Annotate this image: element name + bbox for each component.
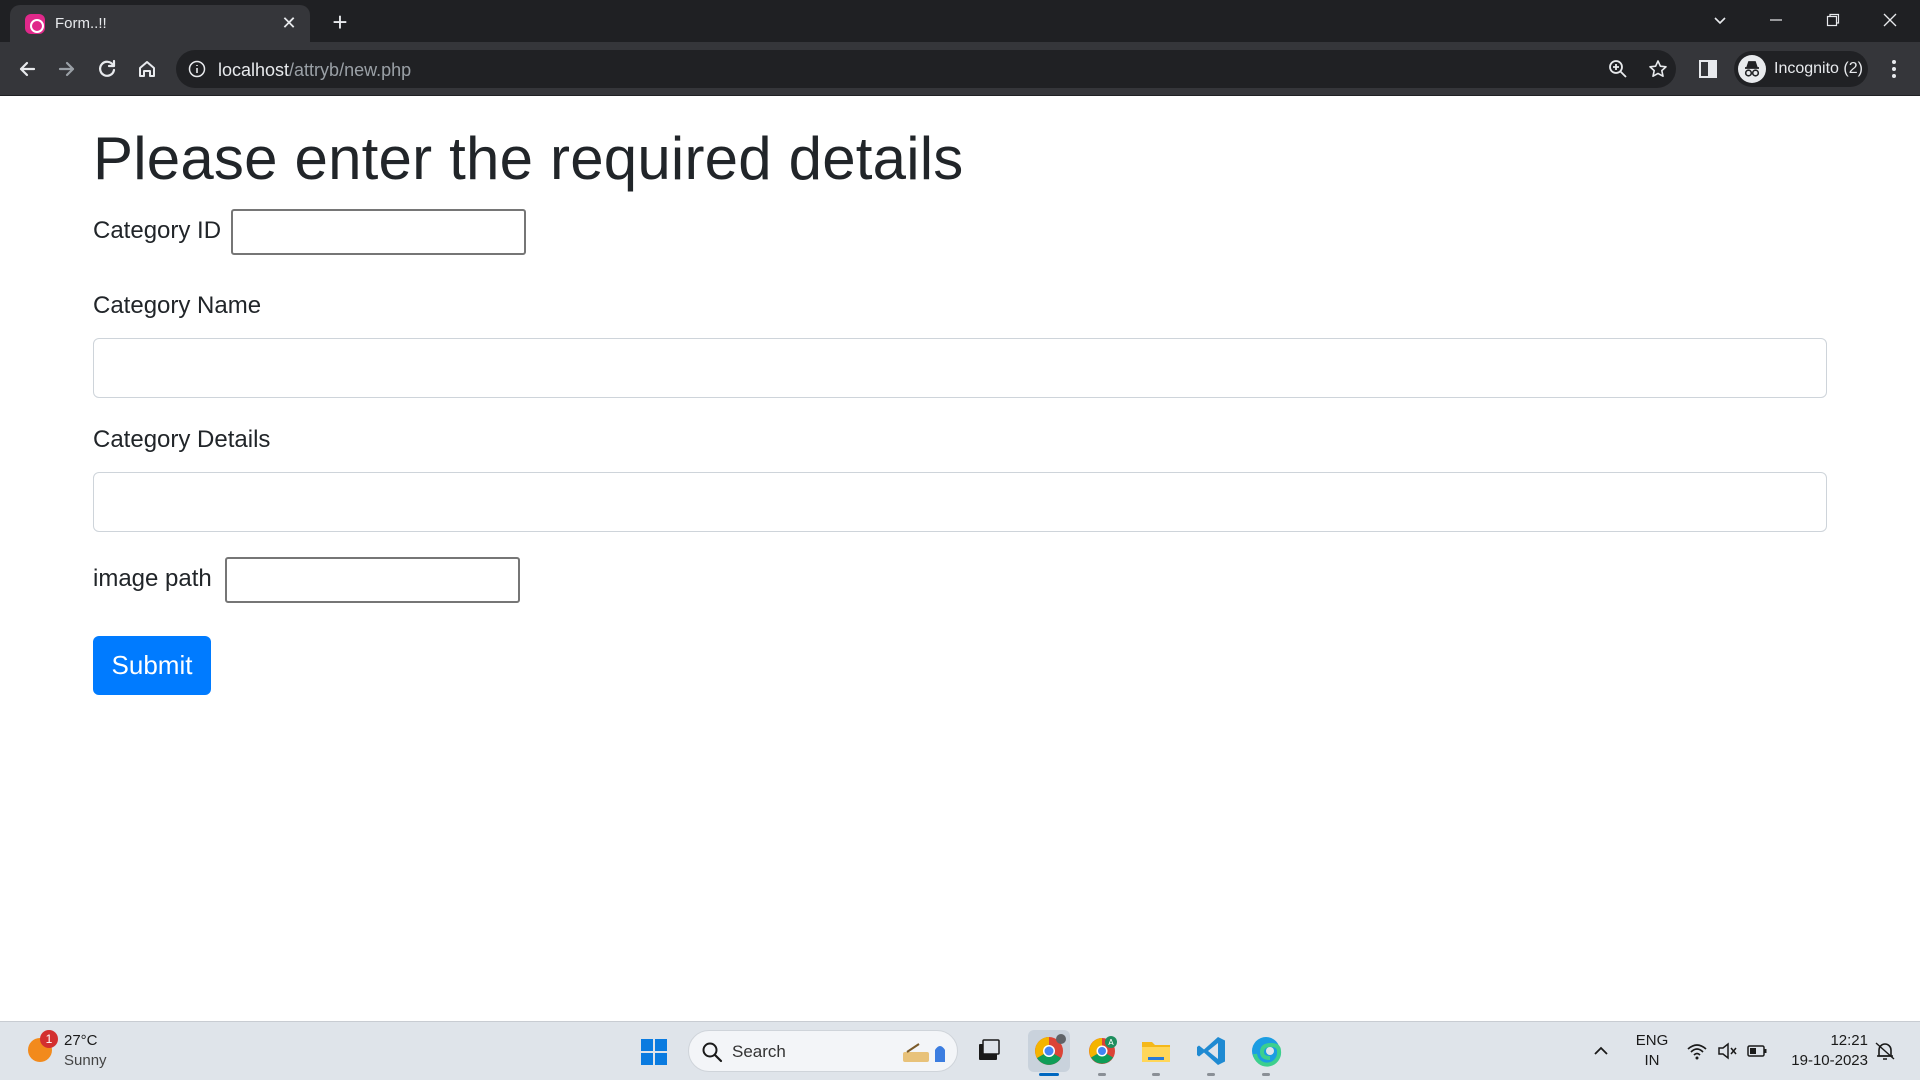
address-bar[interactable]: localhost/attryb/new.php	[176, 50, 1676, 88]
edge-icon[interactable]	[1249, 1034, 1283, 1068]
running-indicator	[1262, 1073, 1270, 1076]
windows-start-icon[interactable]	[640, 1038, 668, 1066]
tab-strip: Form..!! ✕ +	[0, 0, 1920, 42]
zoom-icon[interactable]	[1608, 59, 1628, 79]
weather-desc: Sunny	[64, 1052, 107, 1069]
mute-icon[interactable]	[1716, 1040, 1738, 1062]
browser-tab[interactable]: Form..!! ✕	[10, 5, 310, 42]
category-name-input[interactable]	[93, 338, 1827, 398]
star-icon[interactable]	[1648, 59, 1668, 79]
search-highlight-icon	[899, 1038, 949, 1066]
menu-icon[interactable]	[1880, 55, 1910, 85]
url-text: localhost/attryb/new.php	[218, 60, 412, 80]
new-tab-button[interactable]: +	[326, 8, 354, 36]
chrome-icon: A	[1089, 1036, 1117, 1064]
weather-badge: 1	[40, 1030, 58, 1048]
page-content: Please enter the required details Catego…	[0, 96, 1920, 1021]
category-details-label: Category Details	[93, 426, 271, 453]
clock-time[interactable]: 12:21	[1782, 1032, 1868, 1049]
image-path-input[interactable]	[225, 557, 520, 603]
incognito-profile-button[interactable]: Incognito (2)	[1734, 51, 1868, 87]
chrome-icon	[1035, 1034, 1066, 1065]
notification-icon[interactable]	[1874, 1040, 1896, 1062]
browser-toolbar: localhost/attryb/new.php Incognito (2)	[0, 42, 1920, 96]
svg-text:A: A	[1108, 1038, 1114, 1047]
tab-search-icon[interactable]	[1700, 5, 1740, 35]
chevron-up-icon[interactable]	[1590, 1040, 1612, 1062]
category-details-input[interactable]	[93, 472, 1827, 532]
category-id-input[interactable]	[231, 209, 526, 255]
category-id-label: Category ID	[93, 217, 222, 244]
taskbar: 1 27°C Sunny Search A ENG IN 12:21 19-10…	[0, 1021, 1920, 1080]
active-indicator	[1039, 1073, 1059, 1076]
info-icon[interactable]	[188, 60, 206, 78]
weather-temp: 27°C	[64, 1032, 98, 1049]
incognito-label: Incognito (2)	[1774, 60, 1863, 77]
taskbar-search[interactable]: Search	[688, 1030, 958, 1072]
clock-date: 19-10-2023	[1791, 1052, 1868, 1069]
image-path-label: image path	[93, 565, 212, 592]
running-indicator	[1207, 1073, 1215, 1076]
forward-icon[interactable]	[52, 54, 82, 84]
search-icon	[701, 1041, 723, 1063]
tab-title: Form..!!	[55, 15, 107, 32]
category-name-label: Category Name	[93, 292, 262, 319]
wifi-icon[interactable]	[1686, 1040, 1708, 1062]
sidepanel-icon[interactable]	[1694, 55, 1724, 85]
back-icon[interactable]	[12, 54, 42, 84]
file-explorer-icon[interactable]	[1139, 1034, 1173, 1068]
running-indicator	[1152, 1073, 1160, 1076]
vscode-icon[interactable]	[1194, 1034, 1228, 1068]
chrome-profile-taskbar[interactable]: A	[1085, 1034, 1119, 1068]
chrome-incognito-taskbar[interactable]	[1028, 1030, 1070, 1072]
reload-icon[interactable]	[92, 54, 122, 84]
favicon-icon	[25, 14, 45, 34]
search-placeholder: Search	[732, 1042, 786, 1061]
minimize-button[interactable]	[1756, 5, 1796, 35]
battery-icon[interactable]	[1746, 1040, 1768, 1062]
close-icon[interactable]: ✕	[278, 12, 300, 34]
page-title: Please enter the required details	[93, 125, 964, 192]
language-indicator[interactable]: ENG	[1634, 1032, 1670, 1049]
task-view-icon[interactable]	[972, 1034, 1006, 1068]
region-indicator: IN	[1644, 1052, 1660, 1069]
submit-button[interactable]: Submit	[93, 636, 211, 695]
running-indicator	[1098, 1073, 1106, 1076]
home-icon[interactable]	[132, 54, 162, 84]
incognito-icon	[1738, 55, 1766, 83]
close-window-button[interactable]	[1870, 5, 1910, 35]
restore-button[interactable]	[1813, 5, 1853, 35]
